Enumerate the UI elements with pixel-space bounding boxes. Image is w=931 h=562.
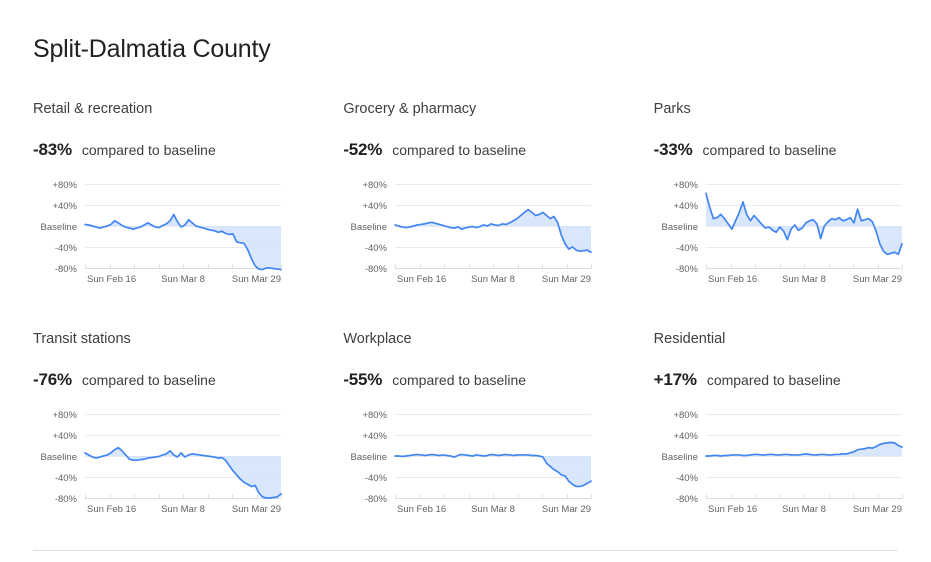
x-axis-tick-label: Sun Mar 8 xyxy=(161,274,205,285)
sparkline-chart-transit-stations[interactable]: +80% +40% Baseline -40% -80% Sun Feb 16 Sun Ma… xyxy=(33,408,283,520)
panel-category-label: Residential xyxy=(653,331,726,347)
y-axis-tick-label: Baseline xyxy=(661,452,697,463)
series-area-fill xyxy=(395,209,592,253)
y-axis-tick-label: -80% xyxy=(675,494,698,505)
panel-value: -33% xyxy=(653,140,693,159)
y-axis-tick-label: +40% xyxy=(52,431,77,442)
y-axis-tick-label: +80% xyxy=(363,410,388,421)
panel-summary: -33% compared to baseline xyxy=(654,140,931,162)
x-axis-tick-label: Sun Feb 16 xyxy=(708,274,757,285)
panel-category-label: Parks xyxy=(653,101,691,117)
mobility-report-page: Split-Dalmatia County Retail & recreatio… xyxy=(0,0,931,562)
panel-category-label: Transit stations xyxy=(33,331,131,347)
y-axis-tick-label: +40% xyxy=(363,201,388,212)
sparkline-chart-workplace[interactable]: +80% +40% Baseline -40% -80% Sun Feb 16 Sun Ma… xyxy=(343,408,593,520)
x-axis-tick-label: Sun Mar 29 xyxy=(542,504,591,515)
panel-caption: compared to baseline xyxy=(81,142,216,158)
panel-summary: -55% compared to baseline xyxy=(343,370,620,392)
panel-category-label: Grocery & pharmacy xyxy=(343,101,477,117)
panel-caption: compared to baseline xyxy=(81,372,216,388)
y-axis-tick-label: -40% xyxy=(365,243,388,254)
y-axis-tick-label: -80% xyxy=(365,494,388,505)
panel-transit-stations[interactable]: Transit stations -76% compared to baseli… xyxy=(33,330,310,560)
panel-workplace[interactable]: Workplace -55% compared to baseline +80%… xyxy=(343,330,620,560)
panel-category-label: Workplace xyxy=(343,331,412,347)
x-axis-tick-label: Sun Mar 8 xyxy=(161,504,205,515)
x-axis-tick-label: Sun Feb 16 xyxy=(87,274,136,285)
y-axis-tick-label: -80% xyxy=(55,264,78,275)
panel-value: -76% xyxy=(33,370,72,389)
sparkline-chart-grocery-pharmacy[interactable]: +80% +40% Baseline -40% -80% Sun Feb 16 Sun Ma… xyxy=(343,178,593,290)
x-axis-tick-label: Sun Feb 16 xyxy=(397,504,446,515)
y-axis-tick-label: -40% xyxy=(365,473,388,484)
y-axis-tick-label: -40% xyxy=(675,473,698,484)
panel-retail-recreation[interactable]: Retail & recreation -83% compared to bas… xyxy=(33,100,310,330)
x-axis-tick-label: Sun Mar 29 xyxy=(542,274,591,285)
x-axis-tick-label: Sun Mar 8 xyxy=(782,504,826,515)
panel-residential[interactable]: Residential +17% compared to baseline +8… xyxy=(654,330,931,560)
y-axis-tick-label: +40% xyxy=(673,201,698,212)
panel-caption: compared to baseline xyxy=(392,372,527,388)
x-axis-tick-label: Sun Mar 29 xyxy=(853,504,902,515)
panel-category-label: Retail & recreation xyxy=(33,101,153,117)
panel-caption: compared to baseline xyxy=(702,142,837,158)
sparkline-chart-retail-recreation[interactable]: +80% +40% Baseline -40% -80% Sun Feb 16 Sun Ma… xyxy=(33,178,283,290)
x-axis-tick-label: Sun Mar 8 xyxy=(782,274,826,285)
sparkline-svg: +80% +40% Baseline -40% -80% Sun Feb 16 Sun Ma… xyxy=(351,410,593,515)
panel-value: -52% xyxy=(343,140,383,159)
charts-row-top: Retail & recreation -83% compared to bas… xyxy=(0,100,931,330)
panel-summary: -52% compared to baseline xyxy=(343,140,620,162)
y-axis-tick-label: -80% xyxy=(675,264,698,275)
series-area-fill xyxy=(395,454,592,487)
page-title: Split-Dalmatia County xyxy=(33,35,271,63)
panel-caption: compared to baseline xyxy=(706,372,841,388)
y-axis-tick-label: Baseline xyxy=(41,222,77,233)
sparkline-chart-parks[interactable]: +80% +40% Baseline -40% -80% Sun Feb 16 Sun Ma… xyxy=(654,178,904,290)
x-axis-tick-label: Sun Feb 16 xyxy=(708,504,757,515)
series-area-fill xyxy=(85,214,281,270)
panel-grocery-pharmacy[interactable]: Grocery & pharmacy -52% compared to base… xyxy=(343,100,620,330)
y-axis-tick-label: +40% xyxy=(52,201,77,212)
footer-divider xyxy=(33,550,898,551)
y-axis-tick-label: +40% xyxy=(363,431,388,442)
sparkline-svg: +80% +40% Baseline -40% -80% Sun Feb 16 Sun Ma… xyxy=(41,180,282,285)
y-axis-tick-label: +80% xyxy=(673,410,698,421)
y-axis-tick-label: +80% xyxy=(673,180,698,191)
panel-summary: -83% compared to baseline xyxy=(33,140,310,162)
panel-parks[interactable]: Parks -33% compared to baseline +80% +40%… xyxy=(654,100,931,330)
y-axis-tick-label: +80% xyxy=(363,180,388,191)
panel-value: +17% xyxy=(653,370,697,389)
panel-caption: compared to baseline xyxy=(392,142,527,158)
y-axis-tick-label: +80% xyxy=(52,180,77,191)
sparkline-chart-residential[interactable]: +80% +40% Baseline -40% -80% Sun Feb 16 Sun Ma… xyxy=(654,408,904,520)
sparkline-svg: +80% +40% Baseline -40% -80% Sun Feb 16 Sun Ma… xyxy=(661,410,903,515)
y-axis-tick-label: -40% xyxy=(55,473,78,484)
x-axis-tick-label: Sun Feb 16 xyxy=(397,274,446,285)
y-axis-tick-label: +40% xyxy=(673,431,698,442)
x-axis-tick-label: Sun Mar 8 xyxy=(471,504,515,515)
x-axis-tick-label: Sun Mar 29 xyxy=(232,504,281,515)
charts-grid: Retail & recreation -83% compared to bas… xyxy=(0,100,931,560)
y-axis-tick-label: -80% xyxy=(55,494,78,505)
y-axis-tick-label: Baseline xyxy=(351,222,387,233)
charts-row-bottom: Transit stations -76% compared to baseli… xyxy=(0,330,931,560)
panel-summary: +17% compared to baseline xyxy=(654,370,931,392)
x-axis-tick-label: Sun Feb 16 xyxy=(87,504,136,515)
panel-summary: -76% compared to baseline xyxy=(33,370,310,392)
y-axis-tick-label: Baseline xyxy=(661,222,697,233)
y-axis-tick-label: +80% xyxy=(52,410,77,421)
y-axis-tick-label: -80% xyxy=(365,264,388,275)
sparkline-svg: +80% +40% Baseline -40% -80% Sun Feb 16 Sun Ma… xyxy=(661,180,903,285)
y-axis-tick-label: Baseline xyxy=(351,452,387,463)
x-axis-tick-label: Sun Mar 8 xyxy=(471,274,515,285)
y-axis-tick-label: Baseline xyxy=(41,452,77,463)
y-axis-tick-label: -40% xyxy=(55,243,78,254)
x-axis-tick-label: Sun Mar 29 xyxy=(232,274,281,285)
panel-value: -55% xyxy=(343,370,383,389)
sparkline-svg: +80% +40% Baseline -40% -80% Sun Feb 16 Sun Ma… xyxy=(351,180,593,285)
sparkline-svg: +80% +40% Baseline -40% -80% Sun Feb 16 Sun Ma… xyxy=(41,410,282,515)
panel-value: -83% xyxy=(33,140,72,159)
y-axis-tick-label: -40% xyxy=(675,243,698,254)
x-axis-tick-label: Sun Mar 29 xyxy=(853,274,902,285)
